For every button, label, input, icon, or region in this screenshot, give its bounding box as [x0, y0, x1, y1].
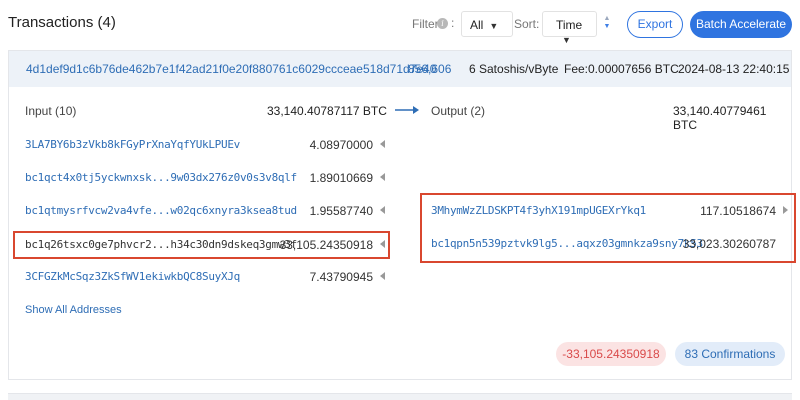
- input-row: bc1qtmysrfvcw2va4vfe...w02qc6xnyra3ksea8…: [25, 204, 385, 218]
- caret-right-icon: [783, 206, 788, 214]
- sort-value: Time: [556, 18, 583, 32]
- input-row: bc1q26tsxc0ge7phvcr2...h34c30dn9dskeq3gm…: [25, 238, 385, 252]
- output-row: 3MhymWzZLDSKPT4f3yhX191mpUGEXrYkq1 117.1…: [431, 204, 788, 218]
- input-heading: Input (10): [25, 104, 77, 118]
- input-address-link[interactable]: bc1qtmysrfvcw2va4vfe...w02qc6xnyra3ksea8…: [25, 204, 297, 217]
- input-amount: 33,105.24350918: [279, 238, 373, 252]
- output-amount: 33,023.30260787: [682, 237, 776, 251]
- output-row: bc1qpn5n539pztvk9lg5...aqxz03gmnkza9sny7…: [431, 237, 788, 251]
- input-total: 33,140.40787117 BTC: [267, 104, 387, 118]
- export-button[interactable]: Export: [627, 11, 683, 38]
- fee-rate: 6 Satoshis/vByte: [469, 62, 559, 76]
- filter-value: All: [470, 18, 484, 32]
- output-total: 33,140.40779461 BTC: [673, 104, 767, 132]
- input-amount: 4.08970000: [309, 138, 373, 152]
- output-address-link[interactable]: bc1qpn5n539pztvk9lg5...aqxz03gmnkza9sny7…: [431, 237, 703, 250]
- input-row: 3LA7BY6b3zVkb8kFGyPrXnaYqfYUkLPUEv 4.089…: [25, 138, 385, 152]
- output-amount: 117.10518674: [700, 204, 776, 218]
- transaction-fee: Fee:0.00007656 BTC: [564, 62, 679, 76]
- filter-label: Filter: [412, 17, 439, 31]
- sort-order-icon[interactable]: ▲ ▼: [603, 15, 611, 31]
- filter-colon: :: [451, 16, 455, 30]
- input-address-link[interactable]: bc1qct4x0tj5yckwnxsk...9w03dx276z0v0s3v8…: [25, 171, 297, 184]
- input-amount: 7.43790945: [309, 270, 373, 284]
- chevron-down-icon: ▼: [489, 21, 499, 31]
- input-address-link[interactable]: 3CFGZkMcSqz3ZkSfWV1ekiwkbQC8SuyXJq: [25, 270, 240, 283]
- next-card-edge: [8, 393, 792, 400]
- input-row: 3CFGZkMcSqz3ZkSfWV1ekiwkbQC8SuyXJq 7.437…: [25, 270, 385, 284]
- sort-select[interactable]: Time ▼: [542, 11, 597, 45]
- input-amount: 1.89010669: [309, 171, 373, 185]
- caret-left-icon: [380, 272, 385, 280]
- transaction-hash-link[interactable]: 4d1def9d1c6b76de462b7e1f42ad21f0e20f8807…: [26, 62, 436, 76]
- transaction-summary-bar: 4d1def9d1c6b76de462b7e1f42ad21f0e20f8807…: [9, 51, 791, 87]
- caret-left-icon: [380, 140, 385, 148]
- arrow-right-icon: [395, 106, 419, 114]
- caret-left-icon: [380, 240, 385, 248]
- confirmations-badge: 83 Confirmations: [675, 342, 785, 366]
- output-address-link[interactable]: 3MhymWzZLDSKPT4f3yhX191mpUGEXrYkq1: [431, 204, 646, 217]
- transaction-card: 4d1def9d1c6b76de462b7e1f42ad21f0e20f8807…: [8, 50, 796, 380]
- input-row: bc1qct4x0tj5yckwnxsk...9w03dx276z0v0s3v8…: [25, 171, 385, 185]
- page-title: Transactions (4): [8, 14, 116, 31]
- info-icon[interactable]: i: [437, 18, 448, 29]
- caret-left-icon: [380, 173, 385, 181]
- filter-select[interactable]: All ▼: [461, 11, 513, 37]
- input-amount: 1.95587740: [309, 204, 373, 218]
- output-heading: Output (2): [431, 104, 486, 118]
- transaction-time: 2024-08-13 22:40:15: [678, 62, 790, 76]
- caret-left-icon: [380, 206, 385, 214]
- sort-label: Sort:: [514, 17, 540, 31]
- show-all-addresses-link[interactable]: Show All Addresses: [25, 304, 122, 316]
- net-change-badge: -33,105.24350918: [556, 342, 666, 366]
- chevron-down-icon: ▼: [562, 35, 571, 45]
- batch-accelerate-button[interactable]: Batch Accelerate: [690, 11, 792, 38]
- input-address: bc1q26tsxc0ge7phvcr2...h34c30dn9dskeq3gm…: [25, 238, 297, 251]
- input-address-link[interactable]: 3LA7BY6b3zVkb8kFGyPrXnaYqfYUkLPUEv: [25, 138, 240, 151]
- block-height-link[interactable]: 856,606: [408, 62, 451, 76]
- transactions-header: Transactions (4) Filter i : All ▼ Sort: T…: [0, 0, 800, 48]
